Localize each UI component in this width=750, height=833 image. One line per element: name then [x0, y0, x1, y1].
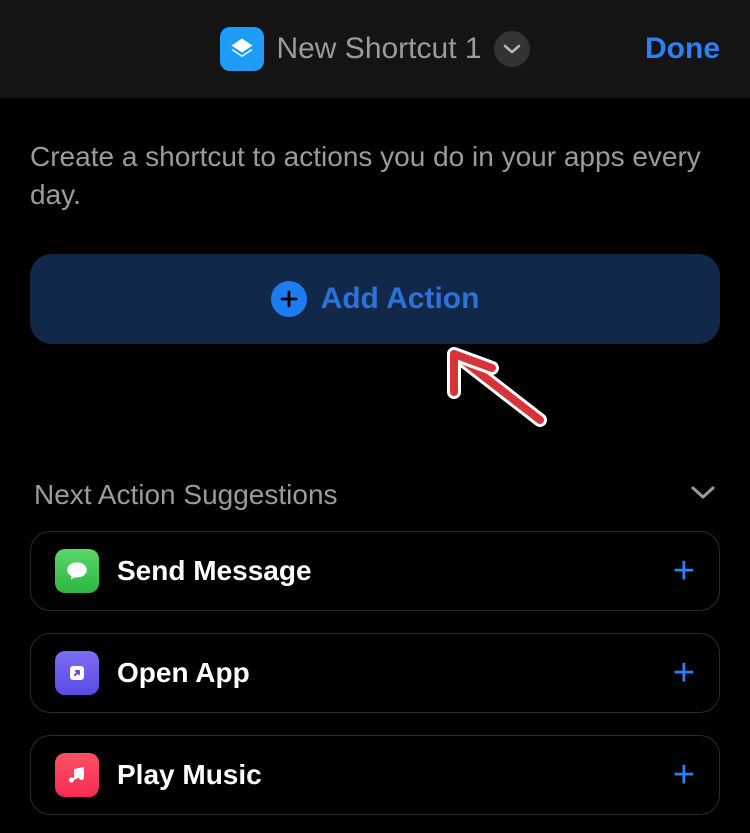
- description-text: Create a shortcut to actions you do in y…: [30, 138, 720, 214]
- done-button[interactable]: Done: [645, 32, 720, 66]
- music-icon: [55, 753, 99, 797]
- add-suggestion-icon[interactable]: +: [673, 654, 695, 692]
- suggestions-header[interactable]: Next Action Suggestions: [30, 479, 720, 511]
- add-suggestion-icon[interactable]: +: [673, 552, 695, 590]
- suggestion-send-message[interactable]: Send Message +: [30, 531, 720, 611]
- suggestion-play-music[interactable]: Play Music +: [30, 735, 720, 815]
- add-action-label: Add Action: [321, 282, 480, 316]
- suggestion-label: Play Music: [117, 759, 673, 791]
- suggestion-label: Send Message: [117, 555, 673, 587]
- shortcuts-app-icon: [220, 27, 264, 71]
- shortcut-title: New Shortcut 1: [276, 32, 481, 66]
- main-content: Create a shortcut to actions you do in y…: [0, 98, 750, 815]
- open-app-icon: [55, 651, 99, 695]
- chevron-down-icon: [690, 484, 716, 505]
- header-title-group[interactable]: New Shortcut 1: [220, 27, 529, 71]
- suggestions-title: Next Action Suggestions: [34, 479, 338, 511]
- suggestions-section: Next Action Suggestions Send Message +: [30, 479, 720, 815]
- suggestion-label: Open App: [117, 657, 673, 689]
- messages-icon: [55, 549, 99, 593]
- add-action-button[interactable]: Add Action: [30, 254, 720, 344]
- add-suggestion-icon[interactable]: +: [673, 756, 695, 794]
- title-dropdown-chevron[interactable]: [494, 31, 530, 67]
- header-bar: New Shortcut 1 Done: [0, 0, 750, 98]
- suggestion-open-app[interactable]: Open App +: [30, 633, 720, 713]
- plus-circle-icon: [271, 281, 307, 317]
